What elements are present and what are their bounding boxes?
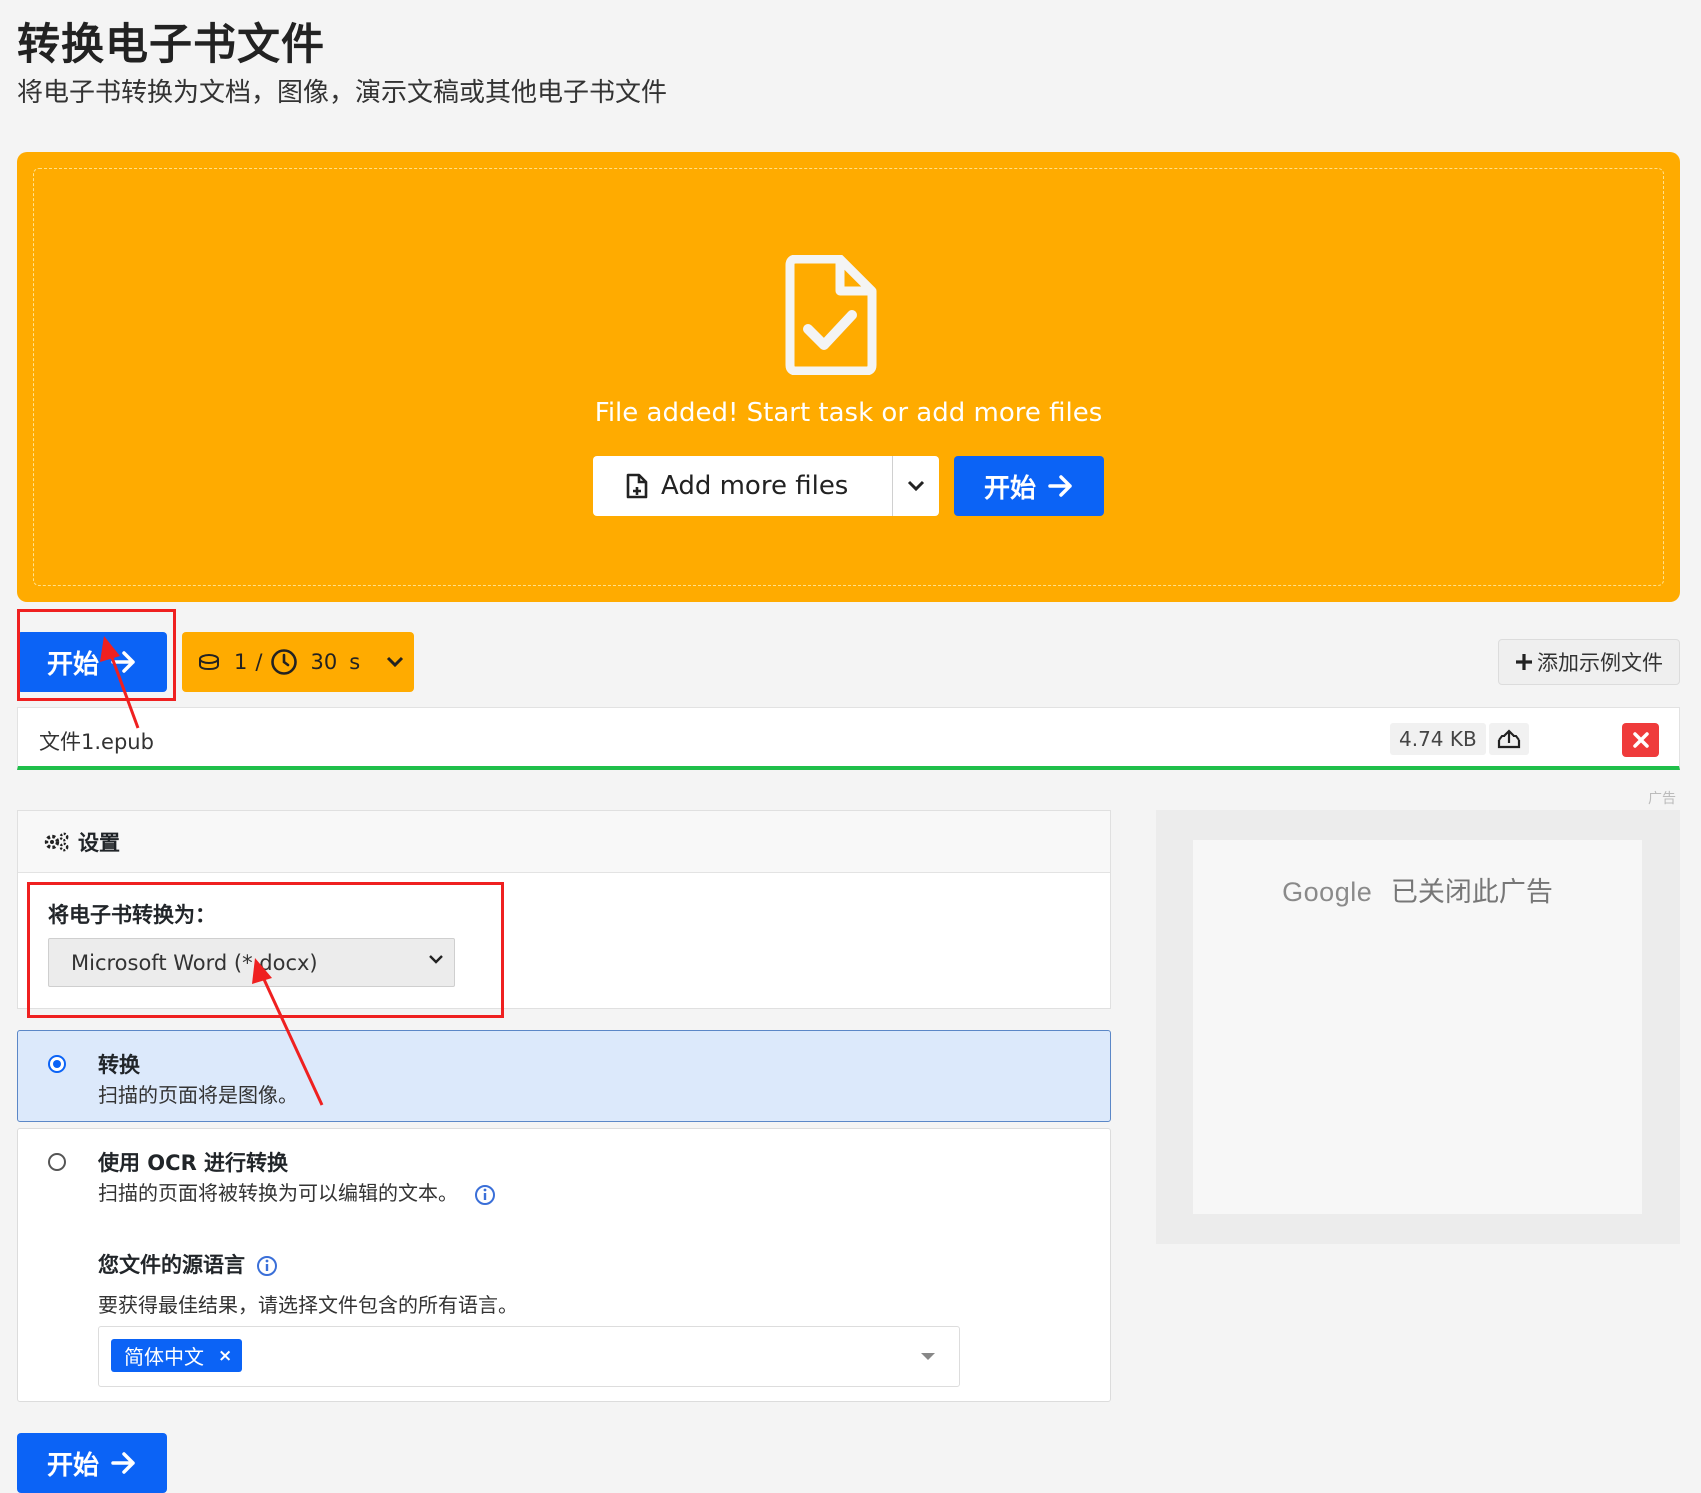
option-ocr-desc-row: 扫描的页面将被转换为可以编辑的文本。	[98, 1177, 496, 1206]
info-icon[interactable]	[256, 1255, 278, 1277]
add-more-files-main[interactable]: Add more files	[593, 456, 893, 516]
close-icon	[1632, 732, 1649, 748]
chevron-down-icon	[429, 955, 443, 964]
option-convert-desc: 扫描的页面将是图像。	[98, 1083, 298, 1107]
dropzone-start-button[interactable]: 开始	[954, 456, 1104, 516]
settings-card: 设置 将电子书转换为： Microsoft Word (*.docx)	[17, 810, 1111, 1009]
add-more-files-label: Add more files	[661, 471, 849, 501]
language-tag: 简体中文 ×	[111, 1339, 243, 1372]
arrow-right-icon	[111, 1452, 135, 1474]
file-check-icon	[785, 255, 877, 375]
ocr-radio[interactable]	[48, 1153, 66, 1171]
chevron-down-icon	[387, 656, 404, 668]
target-format-select[interactable]: Microsoft Word (*.docx)	[48, 938, 455, 987]
start-button[interactable]: 开始	[17, 632, 167, 692]
file-size: 4.74 KB	[1390, 723, 1486, 755]
ad-closed-message: Google 已关闭此广告	[1193, 870, 1642, 909]
upload-icon	[1497, 729, 1521, 749]
source-language-select[interactable]: 简体中文 ×	[98, 1326, 960, 1387]
remove-file-button[interactable]	[1622, 723, 1659, 757]
language-tag-label: 简体中文	[124, 1345, 204, 1369]
clock-icon	[271, 649, 298, 675]
google-logo-text: Google	[1282, 877, 1373, 907]
convert-to-label: 将电子书转换为：	[48, 903, 216, 927]
convert-radio[interactable]	[48, 1055, 66, 1073]
credits-count: 1	[234, 650, 248, 674]
gears-icon	[44, 832, 69, 851]
upload-cloud-button[interactable]	[1489, 723, 1529, 755]
start-label: 开始	[46, 1450, 99, 1481]
plus-icon	[1516, 654, 1532, 670]
time-value: 30	[310, 650, 338, 674]
credits-dropdown[interactable]: 1 / 30 s	[182, 632, 414, 692]
add-sample-file-button[interactable]: 添加示例文件	[1498, 639, 1680, 685]
option-ocr-desc: 扫描的页面将被转换为可以编辑的文本。	[98, 1181, 458, 1205]
time-unit: s	[349, 650, 361, 674]
source-language-title-row: 您文件的源语言	[98, 1249, 278, 1279]
coins-icon	[199, 654, 219, 670]
file-add-icon	[626, 473, 648, 499]
credits-separator: /	[255, 650, 263, 674]
ad-container: Google 已关闭此广告	[1156, 810, 1680, 1244]
start-button-bottom[interactable]: 开始	[17, 1433, 167, 1493]
add-files-dropdown-toggle[interactable]	[893, 480, 939, 492]
settings-header: 设置	[18, 811, 1110, 873]
page-title: 转换电子书文件	[17, 20, 325, 70]
add-sample-label: 添加示例文件	[1537, 651, 1663, 675]
format-selected-value: Microsoft Word (*.docx)	[71, 950, 318, 975]
chevron-down-icon	[907, 480, 925, 492]
page-subtitle: 将电子书转换为文档，图像，演示文稿或其他电子书文件	[17, 78, 668, 108]
start-label: 开始	[983, 473, 1036, 504]
start-label: 开始	[46, 649, 99, 680]
settings-title: 设置	[78, 830, 120, 855]
option-ocr[interactable]: 使用 OCR 进行转换 扫描的页面将被转换为可以编辑的文本。 您文件的源语言 要…	[17, 1128, 1111, 1402]
source-language-desc: 要获得最佳结果，请选择文件包含的所有语言。	[98, 1293, 518, 1317]
file-dropzone[interactable]: File added! Start task or add more files…	[17, 152, 1680, 602]
ad-frame: Google 已关闭此广告	[1193, 840, 1642, 1214]
ad-closed-text: 已关闭此广告	[1390, 877, 1553, 908]
ad-label: 广告	[1648, 791, 1676, 807]
add-more-files-button[interactable]: Add more files	[593, 456, 939, 516]
caret-down-icon[interactable]	[921, 1353, 935, 1360]
file-name: 文件1.epub	[39, 730, 154, 754]
arrow-right-icon	[111, 651, 135, 673]
option-ocr-title: 使用 OCR 进行转换	[98, 1151, 289, 1175]
remove-language-icon[interactable]: ×	[218, 1346, 232, 1366]
dropzone-message: File added! Start task or add more files	[594, 398, 1103, 428]
option-convert[interactable]: 转换 扫描的页面将是图像。	[17, 1030, 1111, 1122]
arrow-right-icon	[1048, 475, 1072, 497]
source-language-title: 您文件的源语言	[98, 1253, 245, 1277]
file-row: 文件1.epub 4.74 KB	[17, 707, 1680, 770]
dropzone-border	[33, 168, 1664, 586]
option-convert-title: 转换	[98, 1053, 140, 1077]
info-icon[interactable]	[474, 1184, 496, 1206]
